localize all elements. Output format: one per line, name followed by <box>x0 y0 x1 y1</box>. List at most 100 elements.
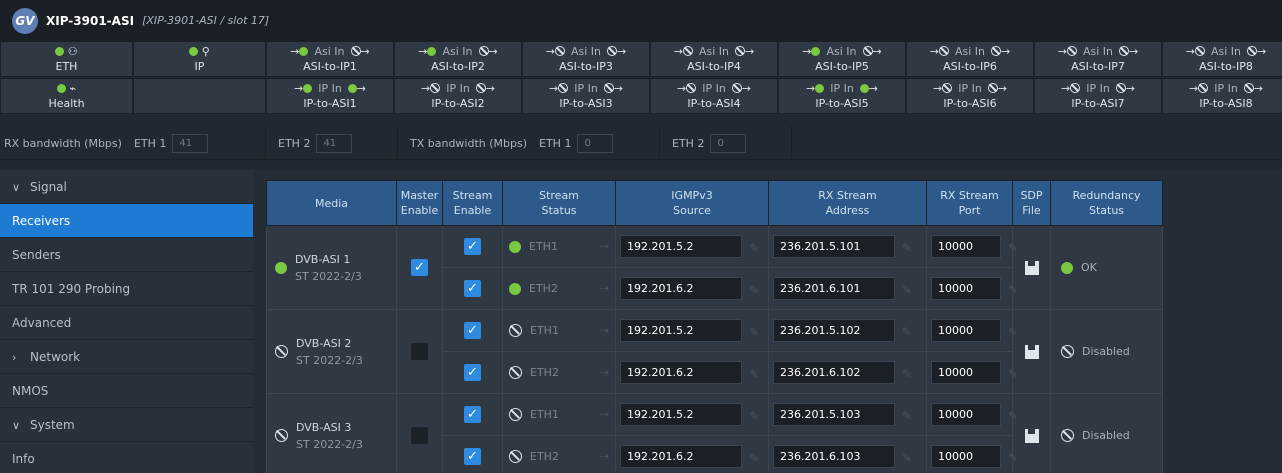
sdp-file-icon[interactable] <box>1024 428 1039 443</box>
igmp-source-input[interactable]: 192.201.5.2 ✎ <box>620 235 759 258</box>
status-cell[interactable]: → Asi In → ASI-to-IP3 <box>522 41 650 77</box>
sidebar-item-receivers[interactable]: Receivers <box>0 204 253 238</box>
sidebar-item-advanced[interactable]: Advanced <box>0 306 253 340</box>
input-value: 192.201.5.2 <box>627 240 694 253</box>
sidebar-item-system[interactable]: ∨ System <box>0 408 253 442</box>
redundancy-status: Disabled <box>1082 345 1130 358</box>
status-cell[interactable]: → IP In → IP-to-ASI7 <box>1034 78 1162 114</box>
status-off-icon <box>607 46 618 56</box>
status-cell[interactable]: → Asi In → ASI-to-IP7 <box>1034 41 1162 77</box>
rx-port-input[interactable]: 10000 ✎ <box>931 277 1018 300</box>
stream-enable-cell: ✓ <box>442 393 503 436</box>
rx-port-input[interactable]: 10000 ✎ <box>931 403 1018 426</box>
status-cell[interactable]: → Asi In → ASI-to-IP8 <box>1162 41 1282 77</box>
input-value: 236.201.5.103 <box>780 408 861 421</box>
stream-enable-checkbox[interactable]: ✓ <box>464 322 481 339</box>
stream-status-label: ETH2 <box>529 282 558 295</box>
column-header: Stream Status <box>502 180 616 226</box>
sdp-file-icon[interactable] <box>1024 260 1039 275</box>
sidebar-item-label: Receivers <box>12 214 71 228</box>
input-arrow-icon: → <box>1057 45 1067 58</box>
rx-port-input[interactable]: 10000 ✎ <box>931 445 1018 468</box>
column-header-text: RX Stream <box>818 189 877 202</box>
rx-port-input[interactable]: 10000 ✎ <box>931 319 1018 342</box>
column-header-text: Status <box>541 204 577 217</box>
status-cell[interactable]: → Asi In → ASI-to-IP5 <box>778 41 906 77</box>
igmp-source-input[interactable]: 192.201.6.2 ✎ <box>620 361 759 384</box>
rx-address-input[interactable]: 236.201.6.103 ✎ <box>773 445 912 468</box>
status-cell[interactable]: ⚲ IP <box>133 41 266 77</box>
status-cell[interactable]: → IP In → IP-to-ASI1 <box>266 78 394 114</box>
igmp-source-input[interactable]: 192.201.6.2 ✎ <box>620 445 759 468</box>
sidebar-item-senders[interactable]: Senders <box>0 238 253 272</box>
igmp-source-input[interactable]: 192.201.5.2 ✎ <box>620 319 759 342</box>
rx-port-cell: 10000 ✎ <box>926 435 1018 473</box>
redundancy-status: Disabled <box>1082 429 1130 442</box>
sidebar-item-network[interactable]: › Network <box>0 340 253 374</box>
media-standard: ST 2022-2/3 <box>296 437 363 451</box>
rx-port-input[interactable]: 10000 ✎ <box>931 235 1018 258</box>
stream-enable-checkbox[interactable]: ✓ <box>464 238 481 255</box>
status-cell[interactable]: ⌁ Health <box>0 78 133 114</box>
input-value: 236.201.5.101 <box>780 240 861 253</box>
status-off-icon <box>1198 83 1209 93</box>
status-cell[interactable]: → IP In → IP-to-ASI8 <box>1162 78 1282 114</box>
status-cell[interactable] <box>133 78 266 114</box>
igmp-source-input[interactable]: 192.201.6.2 ✎ <box>620 277 759 300</box>
sidebar-item-label: Network <box>30 350 81 364</box>
status-cell[interactable]: → Asi In → ASI-to-IP1 <box>266 41 394 77</box>
rx-address-input[interactable]: 236.201.6.102 ✎ <box>773 361 912 384</box>
stream-status-label: ETH1 <box>529 240 558 253</box>
status-cell[interactable]: → Asi In → ASI-to-IP6 <box>906 41 1034 77</box>
status-off-icon <box>475 83 486 93</box>
status-off-icon <box>987 83 998 93</box>
igmp-source-cell: 192.201.6.2 ✎ <box>615 435 769 473</box>
rx-address-input[interactable]: 236.201.6.101 ✎ <box>773 277 912 300</box>
sidebar-item-info[interactable]: Info <box>0 442 253 473</box>
output-arrow-icon: → <box>613 82 624 95</box>
status-cell[interactable]: → IP In → IP-to-ASI5 <box>778 78 906 114</box>
master-enable-checkbox[interactable]: ✓ <box>411 259 428 276</box>
column-header: Redundancy Status <box>1050 180 1163 226</box>
location-pin-icon: ⚲ <box>198 45 210 58</box>
output-arrow-icon: → <box>1001 45 1011 58</box>
rx-address-input[interactable]: 236.201.5.101 ✎ <box>773 235 912 258</box>
rx-address-input[interactable]: 236.201.5.103 ✎ <box>773 403 912 426</box>
status-off-icon <box>938 46 949 56</box>
sidebar-item-tr-101-290-probing[interactable]: TR 101 290 Probing <box>0 272 253 306</box>
status-cell[interactable]: → Asi In → ASI-to-IP4 <box>650 41 778 77</box>
stream-enable-checkbox[interactable]: ✓ <box>464 280 481 297</box>
output-arrow-icon: → <box>488 45 498 58</box>
master-enable-checkbox[interactable] <box>411 343 428 360</box>
stream-enable-checkbox[interactable]: ✓ <box>464 448 481 465</box>
input-arrow-icon: → <box>290 45 300 58</box>
input-value: 10000 <box>938 450 973 463</box>
igmp-source-input[interactable]: 192.201.5.2 ✎ <box>620 403 759 426</box>
rx-port-input[interactable]: 10000 ✎ <box>931 361 1018 384</box>
status-cell[interactable]: → IP In → IP-to-ASI4 <box>650 78 778 114</box>
stream-enable-checkbox[interactable]: ✓ <box>464 406 481 423</box>
sidebar-item-nmos[interactable]: NMOS <box>0 374 253 408</box>
tx-eth2-label: ETH 2 <box>672 136 705 150</box>
status-cell[interactable]: → IP In → IP-to-ASI6 <box>906 78 1034 114</box>
media-name: DVB-ASI 2 <box>296 336 352 350</box>
stream-enable-cell: ✓ <box>442 351 503 394</box>
status-cell[interactable]: → IP In → IP-to-ASI2 <box>394 78 522 114</box>
status-cell[interactable]: → IP In → IP-to-ASI3 <box>522 78 650 114</box>
tx-eth1-value: 0 <box>577 133 614 153</box>
status-cell-label: ASI-to-IP6 <box>943 60 997 73</box>
status-cell-label: IP-to-ASI1 <box>303 97 357 110</box>
stream-enable-checkbox[interactable]: ✓ <box>464 364 481 381</box>
status-cell[interactable]: → Asi In → ASI-to-IP2 <box>394 41 522 77</box>
column-header: Stream Enable <box>442 180 503 226</box>
channel-mode: IP In <box>830 82 854 95</box>
eth-status-icon <box>55 47 65 56</box>
sidebar-item-signal[interactable]: ∨ Signal <box>0 170 253 204</box>
rx-address-input[interactable]: 236.201.5.102 ✎ <box>773 319 912 342</box>
status-cell[interactable]: ⚇ ETH <box>0 41 133 77</box>
master-enable-checkbox[interactable] <box>411 427 428 444</box>
sidebar: ∨ Signal Receivers Senders TR 101 290 Probin… <box>0 170 253 473</box>
sdp-file-icon[interactable] <box>1024 344 1039 359</box>
input-arrow-icon: → <box>1060 82 1071 95</box>
output-arrow-icon: → <box>1125 82 1136 95</box>
